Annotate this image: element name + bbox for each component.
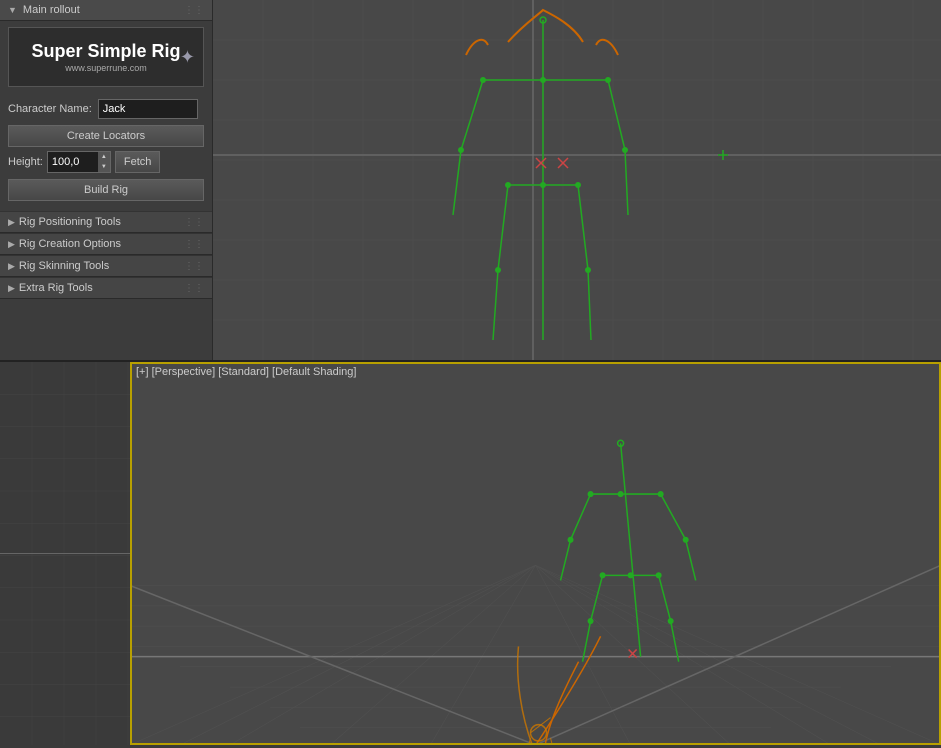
bottom-viewport[interactable]: [+] [Perspective] [Standard] [Default Sh… bbox=[130, 362, 941, 745]
rollout-skinning-label: Rig Skinning Tools bbox=[19, 260, 184, 272]
height-label: Height: bbox=[8, 156, 43, 168]
fetch-button[interactable]: Fetch bbox=[115, 151, 161, 173]
rollout-arrow-icon-2: ▶ bbox=[8, 239, 15, 250]
rollout-grip-icon-3: ⋮⋮ bbox=[184, 261, 204, 272]
top-viewport-grid bbox=[213, 0, 941, 360]
collapse-arrow-icon: ▼ bbox=[8, 5, 17, 15]
char-name-label: Character Name: bbox=[8, 103, 92, 115]
form-area: Character Name: Create Locators Height: … bbox=[0, 93, 212, 211]
height-input[interactable] bbox=[48, 152, 98, 172]
height-input-wrapper: ▲ ▼ bbox=[47, 151, 111, 173]
perspective-grid bbox=[130, 362, 941, 745]
logo-banner: Super Simple Rig www.superrune.com ✦ bbox=[8, 27, 204, 87]
rollout-positioning-label: Rig Positioning Tools bbox=[19, 216, 184, 228]
rollout-extra-label: Extra Rig Tools bbox=[19, 282, 184, 294]
bottom-left-panel bbox=[0, 362, 130, 745]
sidebar-header: ▼ Main rollout ⋮⋮ bbox=[0, 0, 212, 21]
logo-star-icon: ✦ bbox=[180, 47, 195, 68]
logo-title: Super Simple Rig bbox=[31, 41, 180, 63]
spinner-up-button[interactable]: ▲ bbox=[98, 152, 110, 162]
height-row: Height: ▲ ▼ Fetch bbox=[8, 151, 204, 173]
main-rollout-title: Main rollout bbox=[23, 4, 80, 16]
build-rig-button[interactable]: Build Rig bbox=[8, 179, 204, 201]
rollout-arrow-icon-4: ▶ bbox=[8, 283, 15, 294]
rollout-creation[interactable]: ▶ Rig Creation Options ⋮⋮ bbox=[0, 233, 212, 255]
sidebar: ▼ Main rollout ⋮⋮ Super Simple Rig www.s… bbox=[0, 0, 213, 360]
rollout-extra[interactable]: ▶ Extra Rig Tools ⋮⋮ bbox=[0, 277, 212, 299]
bottom-section: [+] [Perspective] [Standard] [Default Sh… bbox=[0, 360, 941, 745]
height-spinner[interactable]: ▲ ▼ bbox=[98, 152, 110, 172]
rollout-grip-icon: ⋮⋮ bbox=[184, 217, 204, 228]
top-viewport[interactable] bbox=[213, 0, 941, 360]
create-locators-button[interactable]: Create Locators bbox=[8, 125, 204, 147]
rollout-positioning[interactable]: ▶ Rig Positioning Tools ⋮⋮ bbox=[0, 211, 212, 233]
viewport-perspective-label: [+] [Perspective] [Standard] [Default Sh… bbox=[136, 366, 356, 378]
grip-icon: ⋮⋮ bbox=[184, 5, 204, 16]
rollout-creation-label: Rig Creation Options bbox=[19, 238, 184, 250]
rollout-grip-icon-4: ⋮⋮ bbox=[184, 283, 204, 294]
bottom-left-grid bbox=[0, 362, 130, 745]
char-name-input[interactable] bbox=[98, 99, 198, 119]
rollout-arrow-icon: ▶ bbox=[8, 217, 15, 228]
char-name-row: Character Name: bbox=[8, 99, 204, 119]
rollout-arrow-icon-3: ▶ bbox=[8, 261, 15, 272]
logo-url: www.superrune.com bbox=[31, 63, 180, 73]
rollout-grip-icon-2: ⋮⋮ bbox=[184, 239, 204, 250]
spinner-down-button[interactable]: ▼ bbox=[98, 162, 110, 172]
rollout-skinning[interactable]: ▶ Rig Skinning Tools ⋮⋮ bbox=[0, 255, 212, 277]
